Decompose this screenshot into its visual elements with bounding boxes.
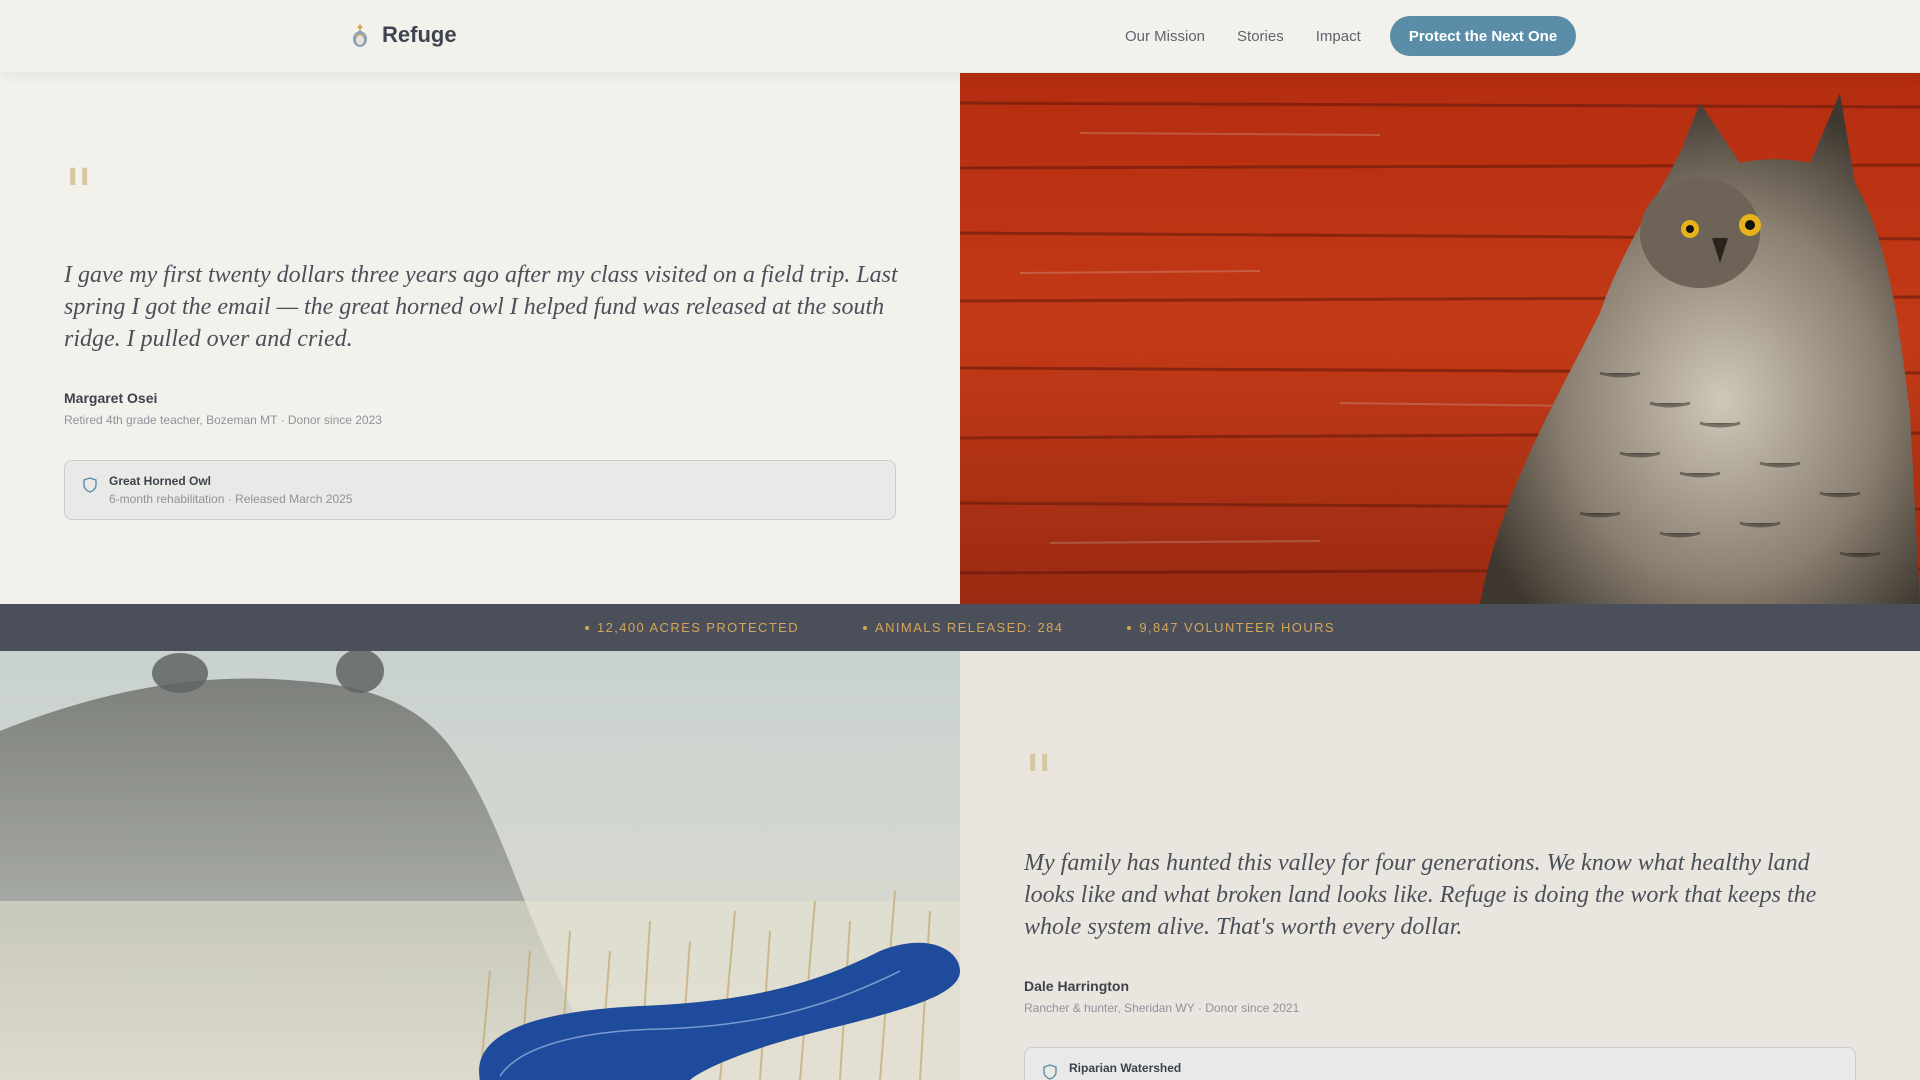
nav-impact[interactable]: Impact — [1316, 28, 1361, 45]
stat-bullet — [585, 625, 590, 630]
nav-our-mission[interactable]: Our Mission — [1125, 28, 1205, 45]
shield-icon — [1043, 1064, 1057, 1080]
author-name: Margaret Osei — [64, 390, 158, 406]
stat-acres-label: 12,400 ACRES PROTECTED — [597, 620, 800, 635]
protect-next-one-button[interactable]: Protect the Next One — [1390, 16, 1576, 56]
impact-stats-bar: 12,400 ACRES PROTECTED ANIMALS RELEASED:… — [0, 604, 1920, 651]
quote-mark: " — [64, 156, 94, 230]
brand-link[interactable]: Refuge — [350, 22, 457, 48]
stat-animals: ANIMALS RELEASED: 284 — [863, 620, 1063, 635]
quote-mark: " — [1024, 742, 1054, 816]
watershed-illustration — [0, 651, 960, 1080]
refuge-logo-icon — [353, 24, 367, 47]
stat-acres: 12,400 ACRES PROTECTED — [585, 620, 799, 635]
story-section-owl: " I gave my first twenty dollars three y… — [0, 73, 1920, 604]
stat-bullet — [863, 625, 868, 630]
impact-card-meta: 6-month rehabilitation · Released March … — [109, 492, 353, 506]
stat-bullet — [1127, 625, 1132, 630]
site-header: Refuge Our Mission Stories Impact Protec… — [0, 0, 1920, 72]
nav-stories[interactable]: Stories — [1237, 28, 1284, 45]
stat-volunteer: 9,847 VOLUNTEER HOURS — [1127, 620, 1335, 635]
testimonial-quote: I gave my first twenty dollars three yea… — [64, 262, 898, 352]
author-meta: Rancher & hunter, Sheridan WY · Donor si… — [1024, 1001, 1300, 1015]
shield-icon — [83, 477, 97, 493]
impact-card-title: Riparian Watershed — [1069, 1061, 1182, 1075]
impact-card-title: Great Horned Owl — [109, 474, 212, 488]
story-text-panel: " I gave my first twenty dollars three y… — [0, 73, 960, 604]
stat-volunteer-label: 9,847 VOLUNTEER HOURS — [1139, 620, 1335, 635]
story-section-watershed: " My family has hunted this valley for f… — [0, 651, 1920, 1080]
owl-photo — [960, 73, 1920, 604]
testimonial-quote: My family has hunted this valley for fou… — [1024, 850, 1817, 940]
impact-card: Riparian Watershed — [1024, 1047, 1856, 1080]
main-nav: Our Mission Stories Impact — [1125, 0, 1361, 72]
author-name: Dale Harrington — [1024, 978, 1130, 994]
stat-animals-label: ANIMALS RELEASED: 284 — [875, 620, 1064, 635]
brand-name: Refuge — [382, 22, 457, 47]
author-meta: Retired 4th grade teacher, Bozeman MT · … — [64, 413, 382, 427]
impact-card: Great Horned Owl 6-month rehabilitation … — [64, 460, 896, 520]
story-text-panel: " My family has hunted this valley for f… — [960, 651, 1920, 1080]
